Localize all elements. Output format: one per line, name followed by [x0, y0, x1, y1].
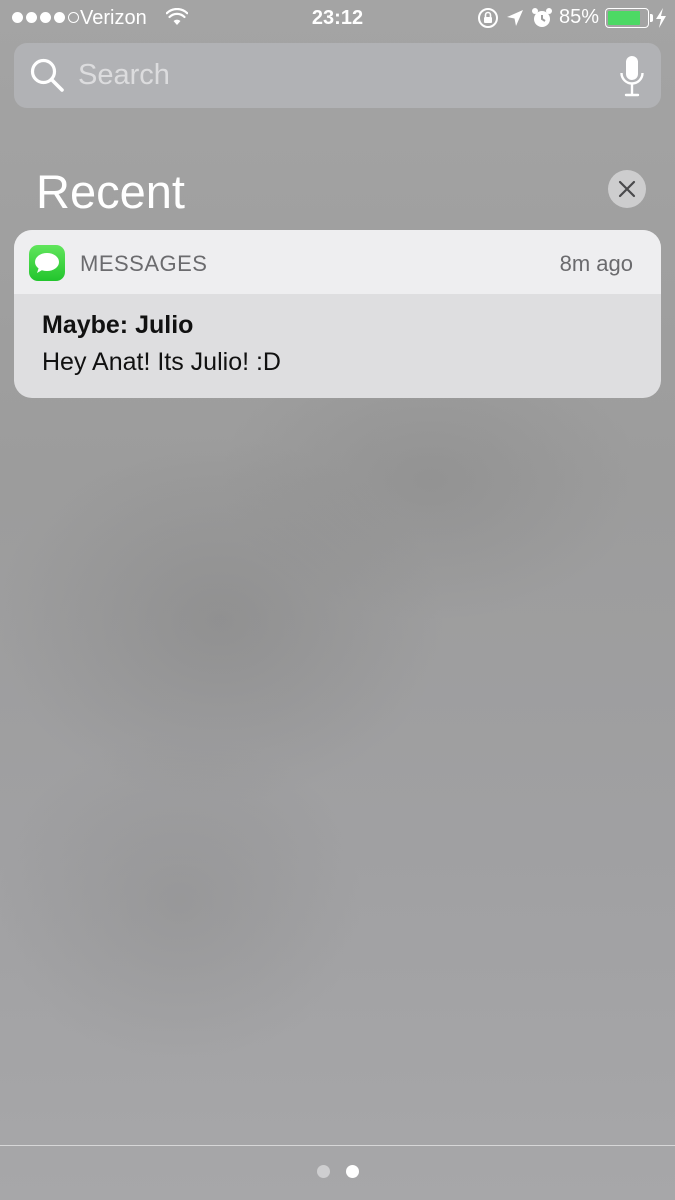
clear-recent-button[interactable] — [608, 170, 646, 208]
section-title-recent: Recent — [36, 165, 185, 218]
notification-body: Maybe: Julio Hey Anat! Its Julio! :D — [14, 294, 661, 377]
location-arrow-icon — [506, 9, 523, 26]
page-indicator[interactable] — [0, 1165, 675, 1178]
microphone-icon[interactable] — [619, 55, 645, 97]
close-icon — [618, 180, 636, 198]
alarm-icon — [531, 7, 552, 27]
bottom-divider — [0, 1145, 675, 1146]
notification-time: 8m ago — [559, 251, 633, 276]
charging-bolt-icon — [656, 7, 666, 28]
speech-bubble-icon — [35, 253, 59, 273]
notification-app-name: MESSAGES — [80, 251, 208, 276]
battery-percentage: 85% — [558, 6, 599, 28]
notification-header: MESSAGES 8m ago — [14, 230, 661, 294]
notification-card[interactable]: MESSAGES 8m ago Maybe: Julio Hey Anat! I… — [14, 230, 661, 398]
status-bar: Verizon 23:12 85% — [0, 0, 675, 38]
battery-fill — [608, 10, 641, 25]
status-icons: 85% — [477, 6, 667, 29]
search-icon — [30, 58, 64, 92]
messages-app-icon — [29, 245, 65, 281]
notification-message: Hey Anat! Its Julio! :D — [42, 348, 281, 376]
battery-nub — [650, 13, 653, 22]
page-dot[interactable] — [316, 1165, 330, 1178]
search-bar[interactable] — [14, 43, 661, 108]
notification-title: Maybe: Julio — [42, 311, 194, 339]
rotation-lock-icon — [477, 7, 498, 28]
search-input[interactable] — [78, 55, 598, 95]
page-dot-active[interactable] — [345, 1165, 359, 1178]
battery-icon — [605, 7, 653, 28]
